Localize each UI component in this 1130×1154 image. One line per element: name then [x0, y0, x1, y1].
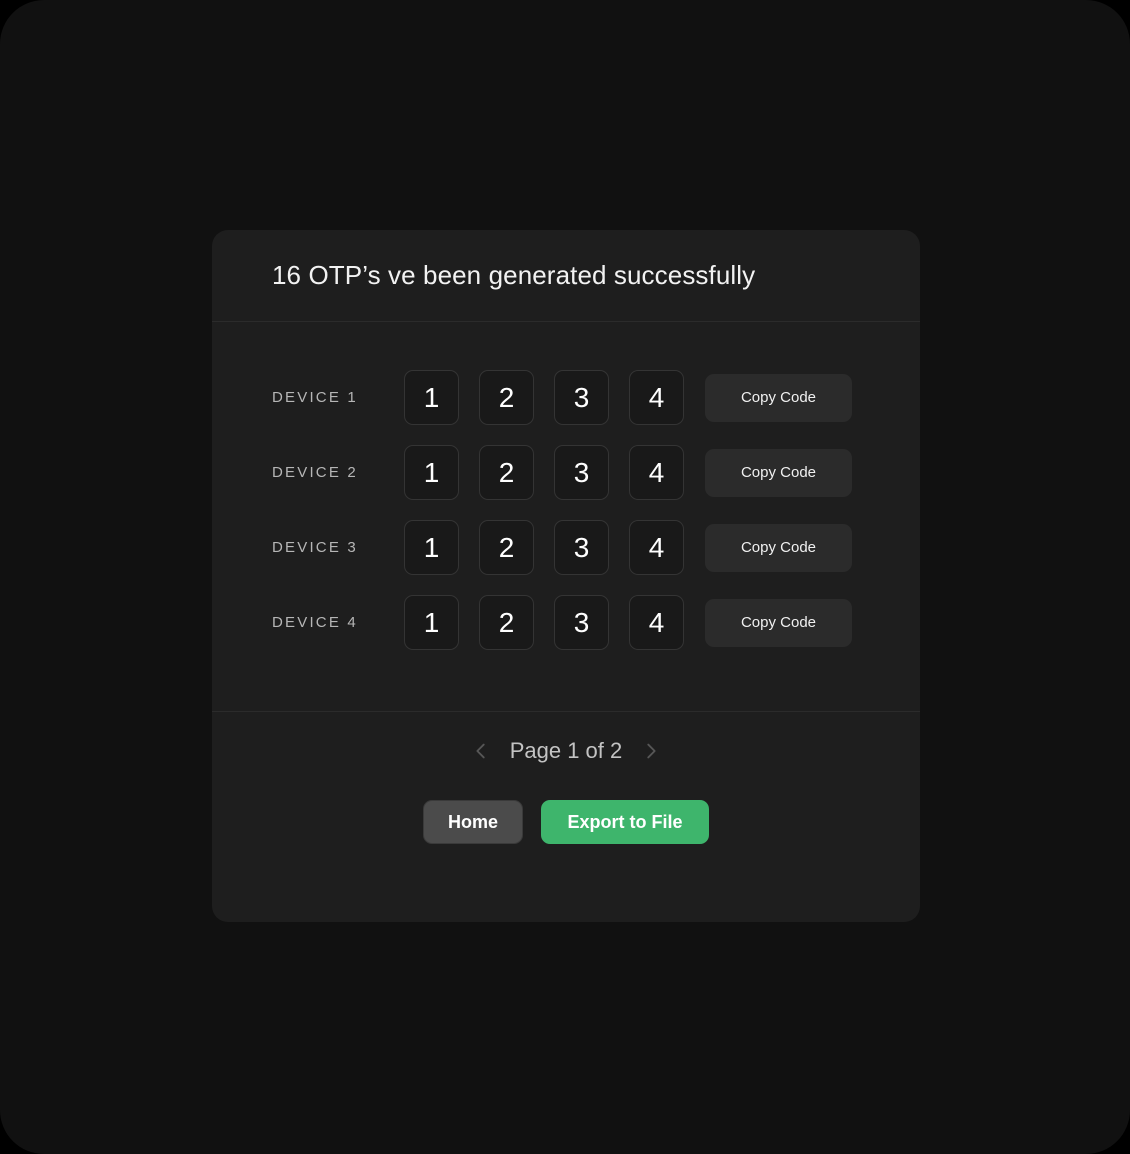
otp-digit-box: 2 [479, 520, 534, 575]
device-label: DEVICE 3 [272, 539, 358, 556]
otp-digit-box: 3 [554, 595, 609, 650]
otp-digit-group: 1234 [404, 445, 684, 500]
chevron-right-icon[interactable] [640, 740, 662, 762]
otp-digit-box: 2 [479, 370, 534, 425]
card-footer: Page 1 of 2 Home Export to File [212, 712, 920, 922]
device-list: DEVICE 1 1 2 3 4 Copy Code DEVICE 2 1 2 3 4 Copy Co… [212, 322, 920, 712]
otp-digit-box: 3 [554, 520, 609, 575]
pagination: Page 1 of 2 [470, 738, 663, 764]
card-header: 16 OTP’s ve been generated successfully [212, 230, 920, 322]
copy-code-button[interactable]: Copy Code [705, 598, 852, 647]
otp-digit-box: 4 [629, 595, 684, 650]
otp-digit-box: 4 [629, 520, 684, 575]
device-row: DEVICE 3 1 2 3 4 Copy Code [212, 520, 920, 575]
otp-digit-box: 2 [479, 445, 534, 500]
otp-digit-box: 4 [629, 445, 684, 500]
otp-result-card: 16 OTP’s ve been generated successfully … [212, 230, 920, 922]
export-to-file-button[interactable]: Export to File [541, 800, 709, 844]
device-label: DEVICE 2 [272, 464, 358, 481]
otp-digit-group: 1234 [404, 520, 684, 575]
action-buttons: Home Export to File [422, 800, 709, 844]
copy-code-button[interactable]: Copy Code [705, 523, 852, 572]
device-row: DEVICE 4 1 2 3 4 Copy Code [212, 595, 920, 650]
otp-digit-box: 3 [554, 445, 609, 500]
otp-digit-group: 1234 [404, 370, 684, 425]
device-row: DEVICE 2 1 2 3 4 Copy Code [212, 445, 920, 500]
otp-digit-box: 1 [404, 520, 459, 575]
otp-digit-group: 1234 [404, 595, 684, 650]
otp-digit-box: 1 [404, 595, 459, 650]
copy-code-button[interactable]: Copy Code [705, 373, 852, 422]
otp-digit-box: 3 [554, 370, 609, 425]
app-root: 16 OTP’s ve been generated successfully … [0, 0, 1130, 1154]
otp-digit-box: 1 [404, 370, 459, 425]
home-button[interactable]: Home [422, 800, 523, 844]
device-row: DEVICE 1 1 2 3 4 Copy Code [212, 370, 920, 425]
otp-digit-box: 1 [404, 445, 459, 500]
page-indicator: Page 1 of 2 [509, 738, 623, 763]
chevron-left-icon[interactable] [470, 740, 492, 762]
otp-digit-box: 2 [479, 595, 534, 650]
otp-digit-box: 4 [629, 370, 684, 425]
page-title: 16 OTP’s ve been generated successfully [272, 260, 756, 290]
copy-code-button[interactable]: Copy Code [705, 448, 852, 497]
device-label: DEVICE 1 [272, 389, 358, 406]
device-label: DEVICE 4 [272, 614, 358, 631]
